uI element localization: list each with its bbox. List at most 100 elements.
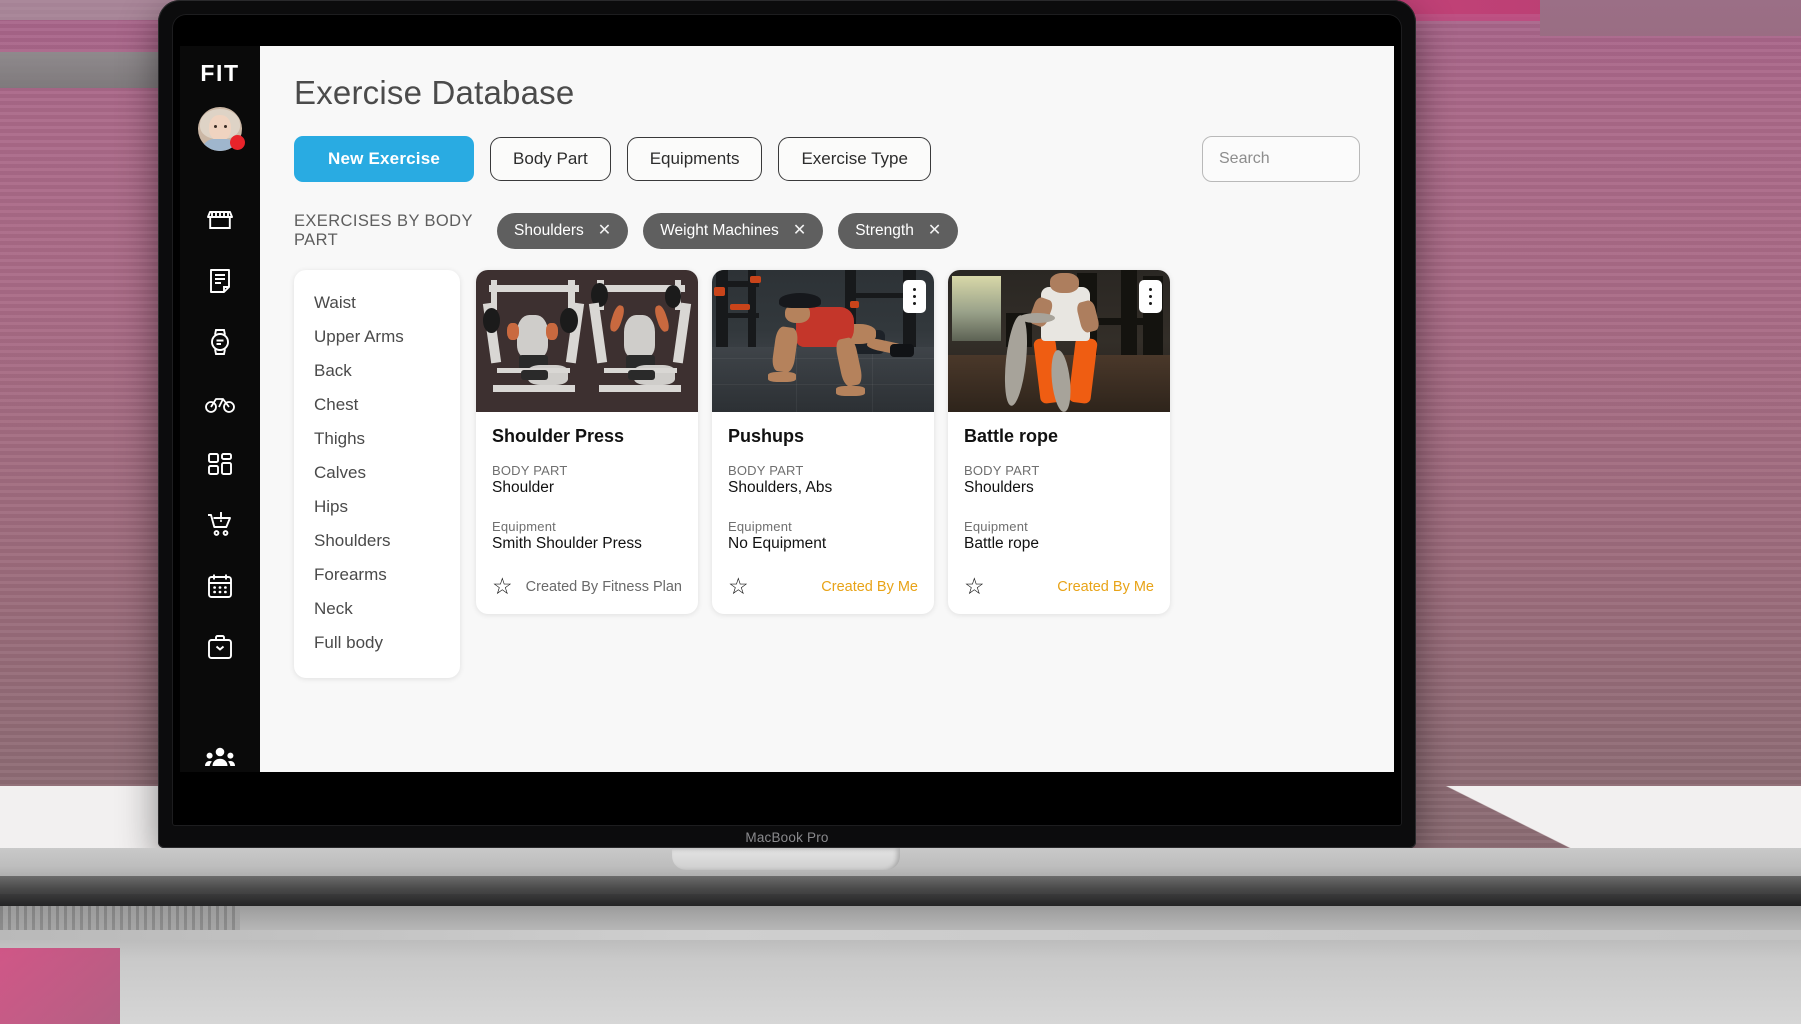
exercise-card-body: Battle rope BODY PART Shoulders Equipmen… bbox=[948, 412, 1170, 575]
section-label: EXERCISES BY BODY PART bbox=[294, 212, 473, 249]
device-label: MacBook Pro bbox=[745, 829, 829, 845]
background-band bbox=[1540, 0, 1801, 36]
star-icon[interactable]: ☆ bbox=[728, 575, 749, 598]
list-item[interactable]: Upper Arms bbox=[294, 320, 460, 354]
body-part-value: Shoulders, Abs bbox=[728, 479, 833, 496]
body-part-label: BODY PART bbox=[492, 463, 568, 478]
page-title: Exercise Database bbox=[294, 74, 575, 111]
list-item[interactable]: Neck bbox=[294, 592, 460, 626]
list-item[interactable]: Hips bbox=[294, 490, 460, 524]
filter-equipments-button[interactable]: Equipments bbox=[626, 137, 763, 181]
sidebar-item-activity[interactable] bbox=[203, 386, 237, 420]
list-item[interactable]: Back bbox=[294, 354, 460, 388]
equipment-value: Battle rope bbox=[964, 535, 1039, 552]
close-icon[interactable]: ✕ bbox=[793, 223, 806, 239]
sidebar: FIT bbox=[180, 46, 260, 772]
equipment-label: Equipment bbox=[728, 519, 792, 534]
close-icon[interactable]: ✕ bbox=[928, 223, 941, 239]
new-exercise-button[interactable]: New Exercise bbox=[294, 136, 475, 182]
main-content: Exercise Database New Exercise Body Part… bbox=[260, 46, 1394, 772]
sidebar-item-store[interactable] bbox=[203, 203, 237, 237]
surface-vents bbox=[0, 906, 240, 932]
list-item[interactable]: Calves bbox=[294, 456, 460, 490]
close-icon[interactable]: ✕ bbox=[598, 223, 611, 239]
equipment-meta: Equipment Smith Shoulder Press bbox=[492, 519, 682, 553]
laptop-notch bbox=[672, 848, 900, 870]
card-menu-button[interactable] bbox=[903, 280, 926, 313]
exercise-card[interactable]: Pushups BODY PART Shoulders, Abs Equipme… bbox=[712, 270, 934, 614]
exercise-image-pushups bbox=[712, 270, 934, 412]
pushup-photo bbox=[712, 270, 934, 412]
exercise-card[interactable]: Shoulder Press BODY PART Shoulder Equipm… bbox=[476, 270, 698, 614]
article-icon bbox=[210, 269, 230, 293]
sidebar-item-clients[interactable] bbox=[203, 740, 237, 772]
list-item[interactable]: Forearms bbox=[294, 558, 460, 592]
list-item[interactable]: Full body bbox=[294, 626, 460, 660]
sidebar-item-dashboard[interactable] bbox=[203, 447, 237, 481]
filter-chip-shoulders[interactable]: Shoulders ✕ bbox=[497, 213, 629, 249]
exercise-card-body: Pushups BODY PART Shoulders, Abs Equipme… bbox=[712, 412, 934, 575]
surface-strip bbox=[0, 930, 1801, 940]
equipment-label: Equipment bbox=[964, 519, 1028, 534]
briefcase-icon bbox=[208, 635, 232, 659]
sidebar-item-articles[interactable] bbox=[203, 264, 237, 298]
people-icon bbox=[205, 747, 235, 766]
laptop-base-foot bbox=[0, 894, 1801, 906]
exercise-card-body: Shoulder Press BODY PART Shoulder Equipm… bbox=[476, 412, 698, 575]
dashboard-icon bbox=[208, 453, 232, 475]
app-screen: FIT Exercise Database New Exercise Body … bbox=[180, 46, 1394, 772]
exercise-card-footer: ☆ Created By Fitness Plan bbox=[476, 575, 698, 614]
chip-label: Shoulders bbox=[514, 222, 584, 239]
body-part-value: Shoulder bbox=[492, 479, 555, 496]
body-part-meta: BODY PART Shoulders, Abs bbox=[728, 463, 918, 497]
exercise-card[interactable]: Battle rope BODY PART Shoulders Equipmen… bbox=[948, 270, 1170, 614]
filter-exercise-type-button[interactable]: Exercise Type bbox=[778, 137, 931, 181]
status-badge bbox=[230, 135, 245, 150]
bicycle-icon bbox=[205, 398, 235, 413]
search-input[interactable] bbox=[1219, 150, 1343, 168]
sidebar-nav bbox=[203, 203, 237, 772]
star-icon[interactable]: ☆ bbox=[964, 575, 985, 598]
filter-chip-weight-machines[interactable]: Weight Machines ✕ bbox=[643, 213, 824, 249]
shopping-cart-icon bbox=[208, 512, 231, 536]
creator-label: Created By Me bbox=[821, 578, 918, 595]
search-box[interactable] bbox=[1202, 136, 1360, 182]
card-menu-button[interactable] bbox=[1139, 280, 1162, 313]
sidebar-item-cart[interactable] bbox=[203, 508, 237, 542]
sidebar-item-devices[interactable] bbox=[203, 325, 237, 359]
chip-label: Strength bbox=[855, 222, 914, 239]
app-logo: FIT bbox=[200, 60, 240, 86]
shoulder-press-machine-illustration bbox=[476, 270, 698, 412]
content-area: Waist Upper Arms Back Chest Thighs Calve… bbox=[294, 270, 1360, 678]
filter-body-part-button[interactable]: Body Part bbox=[490, 137, 611, 181]
equipment-label: Equipment bbox=[492, 519, 556, 534]
smartwatch-icon bbox=[211, 329, 229, 355]
chip-label: Weight Machines bbox=[660, 222, 779, 239]
list-item[interactable]: Waist bbox=[294, 286, 460, 320]
exercise-image-shoulder-press bbox=[476, 270, 698, 412]
exercise-card-footer: ☆ Created By Me bbox=[712, 575, 934, 614]
applied-filters-bar: EXERCISES BY BODY PART Shoulders ✕ Weigh… bbox=[294, 212, 1360, 250]
list-item[interactable]: Shoulders bbox=[294, 524, 460, 558]
creator-label: Created By Me bbox=[1057, 578, 1154, 595]
laptop-lid: FIT Exercise Database New Exercise Body … bbox=[158, 0, 1416, 848]
storefront-icon bbox=[207, 211, 233, 229]
sidebar-item-plans[interactable] bbox=[203, 630, 237, 664]
equipment-meta: Equipment No Equipment bbox=[728, 519, 918, 553]
toolbar: New Exercise Body Part Equipments Exerci… bbox=[294, 136, 1360, 182]
equipment-meta: Equipment Battle rope bbox=[964, 519, 1154, 553]
body-part-value: Shoulders bbox=[964, 479, 1034, 496]
body-part-meta: BODY PART Shoulder bbox=[492, 463, 682, 497]
exercise-title: Shoulder Press bbox=[492, 426, 625, 446]
exercise-card-footer: ☆ Created By Me bbox=[948, 575, 1170, 614]
star-icon[interactable]: ☆ bbox=[492, 575, 513, 598]
macbook-mockup: FIT Exercise Database New Exercise Body … bbox=[158, 0, 1416, 848]
list-item[interactable]: Chest bbox=[294, 388, 460, 422]
background-band bbox=[0, 948, 120, 1024]
avatar[interactable] bbox=[198, 107, 245, 151]
body-part-label: BODY PART bbox=[964, 463, 1040, 478]
sidebar-item-calendar[interactable] bbox=[203, 569, 237, 603]
body-part-list: Waist Upper Arms Back Chest Thighs Calve… bbox=[294, 270, 460, 678]
filter-chip-strength[interactable]: Strength ✕ bbox=[838, 213, 959, 249]
list-item[interactable]: Thighs bbox=[294, 422, 460, 456]
